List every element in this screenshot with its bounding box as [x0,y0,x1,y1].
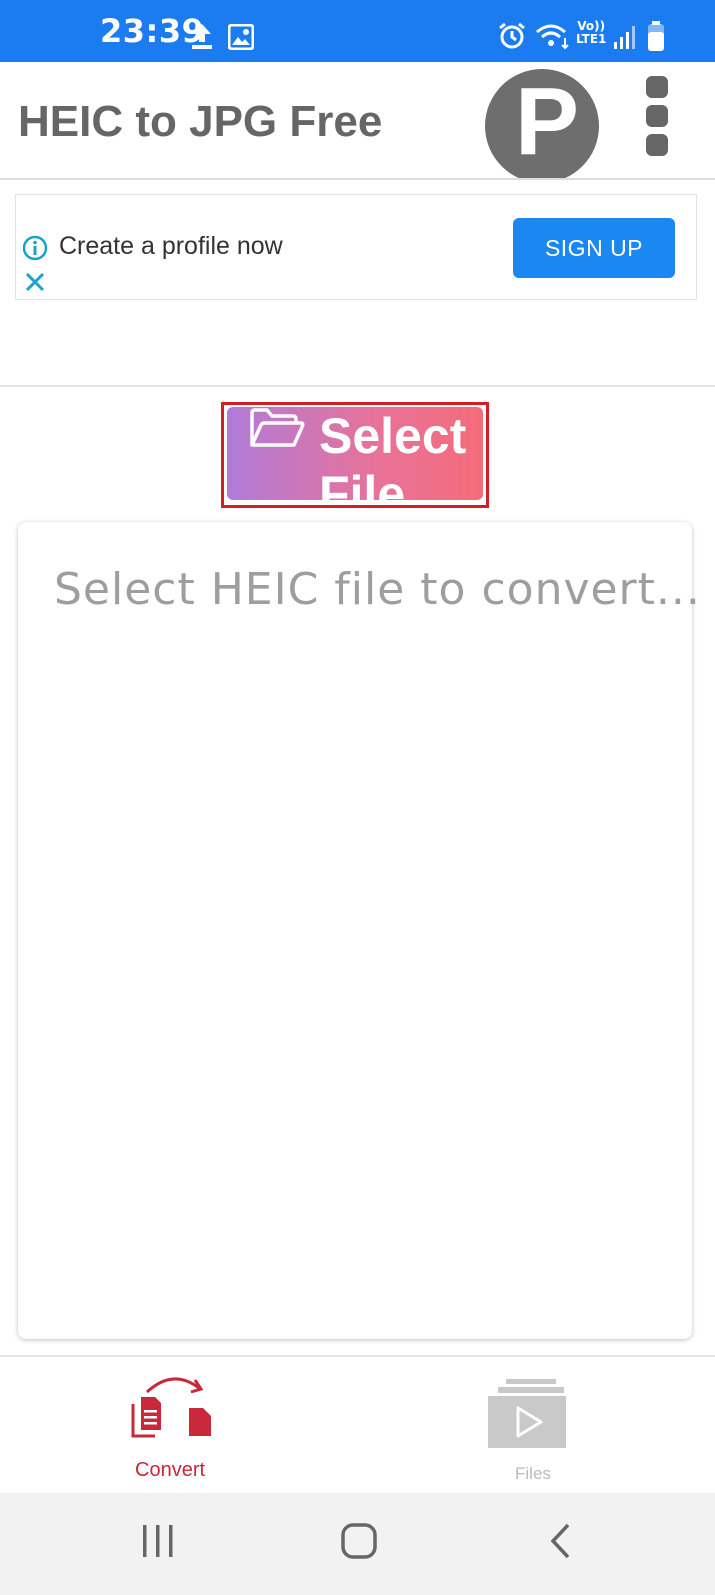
info-icon[interactable] [22,235,48,261]
back-icon[interactable] [548,1522,572,1560]
wifi-icon [536,24,569,50]
file-preview-card: Select HEIC file to convert... [18,522,700,1339]
nav-label-files[interactable]: Files [515,1464,551,1484]
lte-text: LTE1 [576,32,607,46]
status-bar: 23:39 Vo)) LTE1 [0,0,715,62]
select-file-placeholder: Select HEIC file to convert... [54,564,701,615]
nav-label-convert[interactable]: Convert [135,1459,205,1482]
files-icon [488,1379,566,1448]
more-vert-icon[interactable] [646,76,668,156]
folder-open-icon [250,408,305,447]
select-file-button[interactable]: Select File [227,407,483,500]
home-icon[interactable] [340,1522,378,1560]
signal-icon [614,26,635,49]
select-file-label: Select File [319,408,467,500]
gallery-icon [228,24,254,50]
bottom-navigation: Convert Files [0,1355,715,1495]
convert-icon [131,1377,211,1438]
avatar[interactable]: P [485,62,600,178]
recent-apps-icon[interactable] [140,1523,176,1559]
divider [0,385,715,387]
alarm-icon [499,22,525,49]
app-title: HEIC to JPG Free [18,97,383,146]
battery-icon [648,21,664,51]
status-time: 23:39 [100,12,205,50]
avatar-letter: P [515,68,580,175]
ad-text: Create a profile now [59,232,283,260]
nav-item-files[interactable] [488,1379,578,1461]
sign-up-button[interactable]: SIGN UP [513,218,675,278]
ad-banner[interactable]: Create a profile now SIGN UP [15,194,697,300]
app-bar: HEIC to JPG Free P [0,62,715,180]
upload-icon [192,24,212,49]
close-icon[interactable] [24,271,46,293]
volte-lte-icon: Vo)) LTE1 [576,20,606,46]
nav-item-convert[interactable] [125,1370,225,1460]
system-navigation-bar [0,1493,715,1595]
